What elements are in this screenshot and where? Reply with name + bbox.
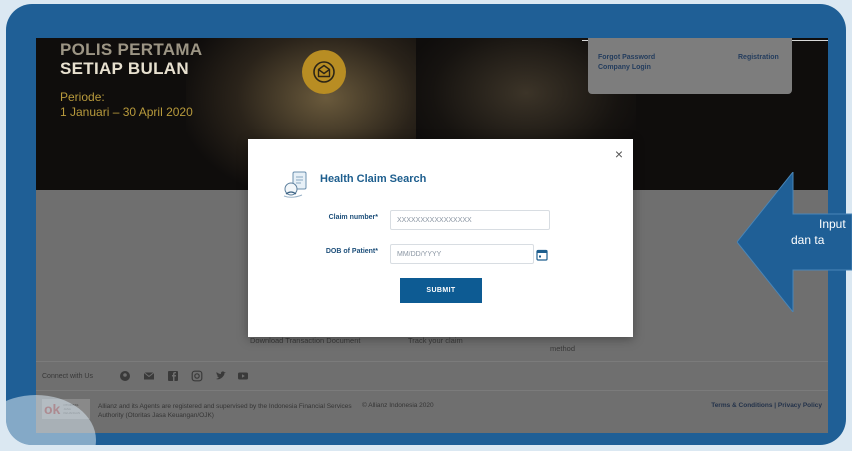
footer-copyright: © Allianz Indonesia 2020 bbox=[362, 402, 434, 409]
footer-ojk-text: Allianz and its Agents are registered an… bbox=[98, 403, 352, 419]
dob-input[interactable] bbox=[390, 244, 534, 264]
mail-icon[interactable] bbox=[142, 369, 156, 383]
connect-label: Connect with Us bbox=[42, 373, 93, 380]
close-icon[interactable]: × bbox=[615, 147, 623, 161]
callout-line2: dan ta bbox=[791, 233, 825, 247]
forgot-password-link[interactable]: Forgot Password bbox=[598, 54, 655, 61]
terms-privacy-link[interactable]: Terms & Conditions | Privacy Policy bbox=[711, 402, 822, 409]
twitter-icon[interactable] bbox=[214, 369, 228, 383]
mail-icon[interactable] bbox=[302, 50, 346, 94]
dob-label: DOB of Patient* bbox=[325, 248, 378, 255]
login-panel: Forgot Password Company Login Registrati… bbox=[588, 38, 792, 94]
ojk-logo: ok OTORITAS JASA KEUANGAN bbox=[42, 399, 90, 419]
period-label: Periode: bbox=[60, 90, 105, 104]
track-claim-link[interactable]: Track your claim bbox=[408, 336, 463, 345]
submit-button[interactable]: SUBMIT bbox=[400, 278, 482, 303]
modal-title: Health Claim Search bbox=[320, 173, 427, 185]
calendar-icon[interactable] bbox=[536, 248, 548, 261]
period-value: 1 Januari – 30 April 2020 bbox=[60, 105, 193, 119]
download-document-link[interactable]: Download Transaction Document bbox=[250, 336, 360, 345]
method-link[interactable]: method bbox=[550, 344, 575, 353]
hero-period: Periode: 1 Januari – 30 April 2020 bbox=[60, 90, 193, 120]
callout-text: Input dan ta bbox=[791, 216, 846, 248]
hero-title-line2: SETIAP BULAN bbox=[60, 59, 189, 78]
website-screenshot: POLIS PERTAMA SETIAP BULAN Periode: 1 Ja… bbox=[36, 38, 828, 433]
registration-link[interactable]: Registration bbox=[738, 54, 779, 61]
youtube-icon[interactable] bbox=[236, 369, 250, 383]
claim-number-input[interactable] bbox=[390, 210, 550, 230]
hero-title: POLIS PERTAMA SETIAP BULAN bbox=[60, 40, 202, 78]
footer: ok OTORITAS JASA KEUANGAN Allianz and its … bbox=[36, 391, 828, 433]
company-login-link[interactable]: Company Login bbox=[598, 64, 651, 71]
health-claim-icon bbox=[282, 169, 312, 199]
instagram-icon[interactable] bbox=[190, 369, 204, 383]
facebook-icon[interactable] bbox=[166, 369, 180, 383]
callout-line1: Input bbox=[819, 217, 846, 231]
health-claim-search-modal: × Health Claim Search Claim number* DOB … bbox=[248, 139, 633, 337]
claim-number-label: Claim number* bbox=[328, 214, 378, 221]
hero-title-line1: POLIS PERTAMA bbox=[60, 40, 203, 59]
location-icon[interactable] bbox=[118, 369, 132, 383]
connect-row: Connect with Us bbox=[36, 361, 828, 391]
slide-frame: POLIS PERTAMA SETIAP BULAN Periode: 1 Ja… bbox=[6, 4, 846, 445]
